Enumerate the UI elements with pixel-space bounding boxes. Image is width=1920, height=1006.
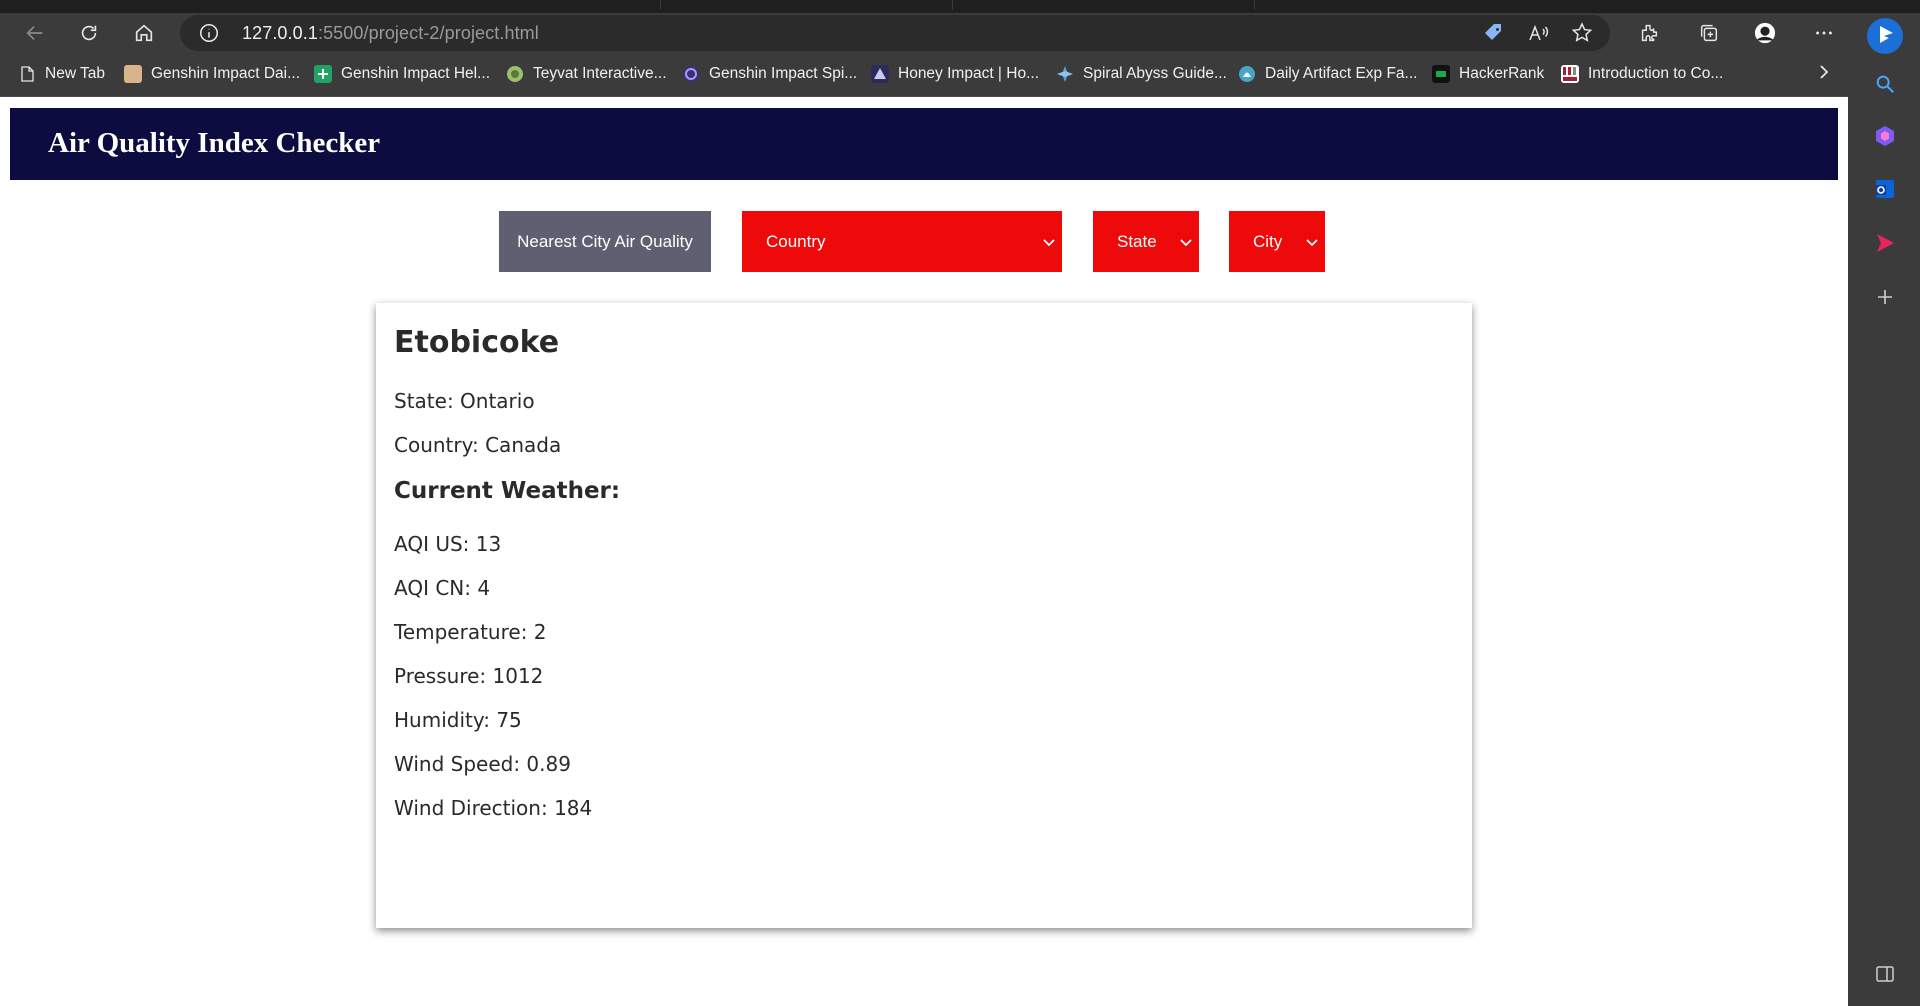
chevron-down-icon [1043, 239, 1055, 247]
back-icon[interactable] [19, 17, 51, 49]
state-select-label: State [1117, 231, 1157, 251]
extensions-icon[interactable] [1633, 17, 1665, 49]
tab[interactable] [662, 0, 953, 10]
hackerrank-icon [1432, 65, 1450, 83]
bookmark-label: Honey Impact | Ho... [898, 65, 1039, 82]
bookmark-label: Teyvat Interactive... [533, 65, 667, 82]
bookmark-item[interactable]: Introduction to Co... [1561, 62, 1723, 86]
collections-icon[interactable] [1693, 17, 1725, 49]
city-name: Etobicoke [394, 325, 560, 360]
wind-speed-line: Wind Speed: 0.89 [394, 752, 571, 776]
honey-icon [871, 65, 889, 83]
bookmark-label: Daily Artifact Exp Fa... [1265, 65, 1418, 82]
coupon-tag-icon[interactable] [1482, 21, 1506, 45]
country-select-label: Country [766, 231, 826, 251]
tab[interactable] [954, 0, 1255, 10]
temperature-line: Temperature: 2 [394, 620, 547, 644]
city-select[interactable]: City [1229, 211, 1325, 272]
chevron-down-icon [1180, 239, 1192, 247]
add-icon[interactable] [1872, 284, 1898, 310]
home-icon[interactable] [128, 17, 160, 49]
site-info-icon[interactable] [198, 22, 220, 44]
artifact-icon [1239, 66, 1255, 82]
address-bar[interactable]: 127.0.0.1:5500/project-2/project.html [180, 15, 1610, 51]
humidity-line: Humidity: 75 [394, 708, 522, 732]
chevron-right-icon[interactable] [1814, 63, 1832, 86]
pressure-line: Pressure: 1012 [394, 664, 544, 688]
bookmark-label: Spiral Abyss Guide... [1083, 65, 1227, 82]
bookmark-label: HackerRank [1459, 65, 1545, 82]
bookmark-item[interactable]: Genshin Impact Spi... [682, 62, 857, 86]
air-quality-card: Etobicoke State: Ontario Country: Canada… [376, 303, 1472, 928]
url-host: 127.0.0.1 [242, 23, 318, 43]
bookmark-label: Genshin Impact Hel... [341, 65, 491, 82]
bookmark-item[interactable]: Spiral Abyss Guide... [1056, 62, 1227, 86]
spiral-icon [683, 66, 699, 82]
weather-heading: Current Weather: [394, 478, 621, 504]
aqi-us-line: AQI US: 13 [394, 532, 502, 556]
search-icon[interactable] [1872, 71, 1898, 97]
favorite-star-icon[interactable] [1570, 21, 1594, 45]
genshin-icon [124, 65, 142, 83]
bookmark-label: New Tab [45, 65, 106, 82]
profile-avatar[interactable] [1749, 17, 1781, 49]
outlook-icon[interactable] [1872, 176, 1898, 202]
media-play-icon[interactable] [1872, 230, 1898, 256]
nearest-city-button[interactable]: Nearest City Air Quality [499, 211, 711, 272]
bookmark-item[interactable]: New Tab [18, 62, 105, 86]
page-icon [21, 66, 34, 82]
search-controls: Nearest City Air Quality Country State C… [0, 211, 1848, 272]
state-select[interactable]: State [1093, 211, 1199, 272]
state-line: State: Ontario [394, 389, 535, 413]
url-path: :5500/project-2/project.html [317, 23, 539, 43]
bookmark-label: Genshin Impact Dai... [151, 65, 301, 82]
bookmark-item[interactable]: Teyvat Interactive... [506, 62, 667, 86]
city-select-label: City [1253, 231, 1283, 251]
abyss-icon [1057, 66, 1073, 82]
page-header: Air Quality Index Checker [10, 108, 1838, 180]
bookmark-item[interactable]: Daily Artifact Exp Fa... [1238, 62, 1417, 86]
edge-sidebar [1848, 13, 1920, 1006]
page-viewport: Air Quality Index Checker Nearest City A… [0, 97, 1848, 1006]
plus-sheet-icon [314, 65, 332, 83]
teyvat-icon [507, 66, 523, 82]
tab-strip [0, 0, 1920, 13]
country-select[interactable]: Country [742, 211, 1062, 272]
bookmark-label: Genshin Impact Spi... [709, 65, 858, 82]
bookmark-item[interactable]: Genshin Impact Dai... [124, 62, 300, 86]
chevron-down-icon [1306, 239, 1318, 247]
url-text[interactable]: 127.0.0.1:5500/project-2/project.html [242, 23, 539, 44]
browser-toolbar: 127.0.0.1:5500/project-2/project.html [0, 13, 1920, 53]
bookmarks-bar: New Tab Genshin Impact Dai... Genshin Im… [0, 53, 1848, 97]
copilot-icon[interactable] [1872, 123, 1898, 149]
read-aloud-icon[interactable] [1526, 21, 1550, 45]
bookmark-item[interactable]: Honey Impact | Ho... [871, 62, 1039, 86]
sidebar-toggle-icon[interactable] [1872, 961, 1898, 987]
bookmark-item[interactable]: HackerRank [1432, 62, 1544, 86]
aqi-cn-line: AQI CN: 4 [394, 576, 491, 600]
refresh-icon[interactable] [73, 17, 105, 49]
wind-direction-line: Wind Direction: 184 [394, 796, 593, 820]
mit-icon [1561, 65, 1579, 83]
bookmark-item[interactable]: Genshin Impact Hel... [314, 62, 490, 86]
more-options-icon[interactable] [1808, 17, 1840, 49]
tab[interactable] [0, 0, 661, 10]
page-title: Air Quality Index Checker [48, 127, 381, 159]
country-line: Country: Canada [394, 433, 562, 457]
bookmark-label: Introduction to Co... [1588, 65, 1724, 82]
bing-chat-icon[interactable] [1866, 17, 1904, 55]
